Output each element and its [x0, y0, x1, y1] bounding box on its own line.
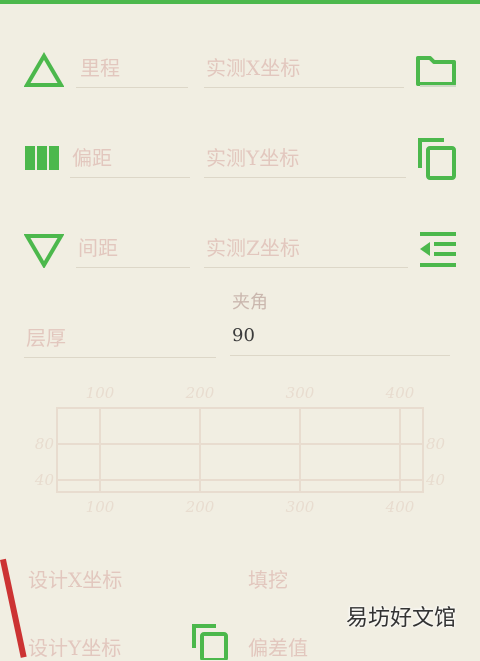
chart-y-tick-label: 40 — [425, 471, 446, 489]
top-accent-bar — [0, 0, 480, 4]
mileage-input[interactable]: 里程 — [76, 48, 188, 88]
profile-chart: 100 100 200 200 300 300 400 400 80 80 40 40 — [34, 384, 446, 516]
copy-icon-bottom[interactable] — [188, 620, 232, 660]
chart-x-tick-label: 200 — [185, 384, 215, 402]
chart-x-tick-label: 200 — [185, 498, 215, 516]
red-edge-mark — [0, 558, 27, 658]
indent-icon[interactable] — [418, 230, 458, 270]
chart-y-tick-label: 80 — [426, 435, 446, 453]
design-y-label: 设计Y坐标 — [28, 636, 122, 660]
angle-input[interactable]: 90 — [230, 316, 450, 356]
folder-icon[interactable] — [414, 50, 458, 88]
measured-z-input[interactable]: 实测Z坐标 — [204, 228, 408, 268]
chart-y-tick-label: 40 — [34, 471, 55, 489]
angle-label: 夹角 — [232, 292, 268, 313]
chart-x-tick-label: 100 — [86, 384, 115, 402]
chart-x-tick-label: 300 — [286, 384, 315, 402]
fill-cut-label: 填挖 — [248, 568, 288, 592]
chart-x-tick-label: 300 — [286, 498, 315, 516]
measured-y-input[interactable]: 实测Y坐标 — [204, 138, 406, 178]
triangle-up-icon[interactable] — [24, 52, 64, 88]
chart-y-tick-label: 80 — [35, 435, 55, 453]
offset-input[interactable]: 偏距 — [70, 138, 190, 178]
measured-x-input[interactable]: 实测X坐标 — [204, 48, 404, 88]
copy-icon[interactable] — [414, 134, 460, 184]
chart-x-tick-label: 400 — [385, 384, 415, 402]
spacing-input[interactable]: 间距 — [76, 228, 190, 268]
layer-thickness-input[interactable]: 层厚 — [24, 318, 216, 358]
design-x-label: 设计X坐标 — [28, 568, 123, 592]
chart-x-tick-label: 400 — [385, 498, 415, 516]
triangle-down-icon[interactable] — [24, 232, 64, 268]
offset-bars-icon[interactable] — [24, 144, 60, 172]
partial-label: 偏差值 — [248, 636, 308, 660]
watermark-text: 易坊好文馆 — [345, 606, 456, 631]
chart-x-tick-label: 100 — [86, 498, 115, 516]
